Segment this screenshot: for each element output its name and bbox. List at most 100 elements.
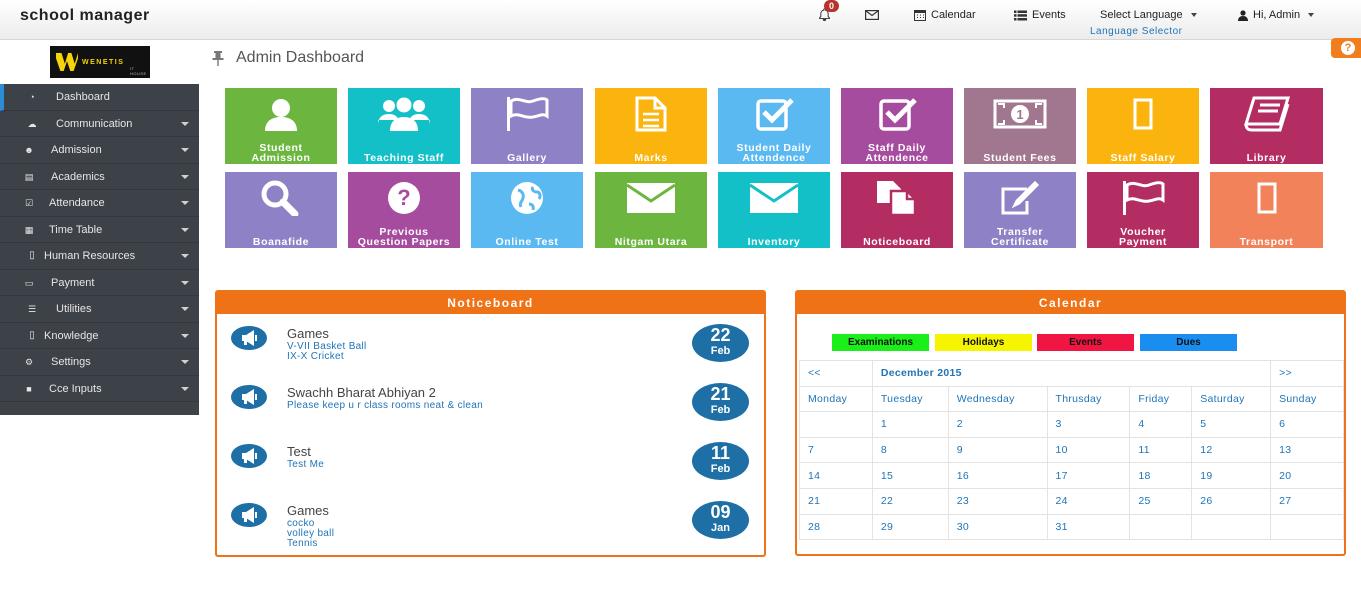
notice-title[interactable]: Test [287,444,311,459]
events-link[interactable]: Events [1014,9,1066,21]
calendar-day-cell[interactable]: 22 [871,487,949,515]
notice-item[interactable]: Games cocko volley ball Tennis 09 Jan [231,501,761,549]
calendar-day-cell[interactable]: 24 [1046,487,1131,515]
sidebar-item-utilities[interactable]: ☰ Utilities [0,296,199,323]
calendar-day-cell[interactable]: 27 [1270,487,1344,515]
notice-item[interactable]: Swachh Bharat Abhiyan 2 Please keep u r c… [231,383,761,431]
logo-mark-icon [56,53,78,71]
calendar-day-cell[interactable]: 10 [1046,436,1131,464]
sidebar-item-settings[interactable]: ⚙ Settings [0,349,199,376]
notice-item[interactable]: Test Test Me 11 Feb [231,442,761,490]
sidebar-item-payment[interactable]: ▭ Payment [0,270,199,296]
calendar-day-cell[interactable]: 8 [871,436,949,464]
calendar-day-cell[interactable]: 28 [799,513,873,541]
calendar-day-cell[interactable]: 2 [947,411,1048,438]
calendar-day-cell[interactable]: 30 [947,513,1048,541]
calendar-day-cell[interactable]: 3 [1046,411,1131,438]
search-icon [225,180,337,216]
tile-nitgam-utara[interactable]: Nitgam Utara [595,172,707,248]
calendar-day-cell[interactable]: 21 [799,487,873,515]
tile-student-fees[interactable]: 1 Student Fees [964,88,1076,164]
calendar-weekday-row: Monday Tuesday Wednesday Thrusday Friday Satu… [799,385,1344,413]
user-menu[interactable]: Hi, Admin [1238,9,1315,21]
calendar-day-cell[interactable]: 17 [1046,462,1131,489]
tile-label: Library [1246,152,1287,164]
tile-staff-daily-attendence[interactable]: Staff Daily Attendence [841,88,953,164]
sidebar-item-human-resources[interactable]: ▯ Human Resources [0,243,199,270]
tile-online-test[interactable]: Online Test [471,172,583,248]
sidebar-item-time-table[interactable]: ▦ Time Table [0,217,199,243]
tile-label: Nitgam Utara [614,236,688,248]
weekday-wednesday: Wednesday [947,385,1048,413]
tile-transport[interactable]: Transport [1210,172,1323,248]
prev-month-button[interactable]: << [799,360,873,387]
envelope-icon [595,180,707,216]
tile-staff-salary[interactable]: Staff Salary [1087,88,1199,164]
sidebar-item-communication[interactable]: ☁ Communication [0,111,199,137]
tile-voucher-payment[interactable]: Voucher Payment [1087,172,1199,248]
notice-month: Feb [710,345,731,357]
sidebar-item-attendance[interactable]: ☑ Attendance [0,190,199,217]
tile-teaching-staff[interactable]: Teaching Staff [348,88,460,164]
sidebar-item-academics[interactable]: ▤ Academics [0,164,199,190]
calendar-link[interactable]: Calendar [914,9,976,21]
language-dropdown[interactable]: Select Language [1100,9,1197,21]
notice-month: Feb [710,404,731,416]
tile-gallery[interactable]: Gallery [471,88,583,164]
notice-date-badge: 11 Feb [692,442,749,480]
tile-marks[interactable]: Marks [595,88,707,164]
notice-day: 11 [710,443,731,463]
messages-button[interactable] [865,10,879,20]
calendar-day-cell[interactable]: 7 [799,436,873,464]
tile-library[interactable]: Library [1210,88,1323,164]
calendar-day-cell[interactable]: 13 [1270,436,1344,464]
logo-text: WENETIS [82,58,125,66]
calendar-day-cell[interactable]: 11 [1129,436,1193,464]
calendar-day-cell[interactable]: 6 [1270,411,1344,438]
calendar-day-cell[interactable]: 14 [799,462,873,489]
sidebar-item-knowledge[interactable]: ▯ Knowledge [0,323,199,349]
file-text-icon [595,96,707,132]
tile-previous-question-papers[interactable]: ? Previous Question Papers [348,172,460,248]
calendar-day-cell[interactable]: 26 [1191,487,1272,515]
calendar-day-cell[interactable]: 9 [947,436,1048,464]
calendar-day-cell[interactable]: 12 [1191,436,1272,464]
calendar-day-cell[interactable]: 4 [1129,411,1193,438]
legend-holidays: Holidays [935,334,1032,351]
app-title[interactable]: school manager [20,7,150,25]
calendar-day-cell[interactable]: 18 [1129,462,1193,489]
calendar-day-cell[interactable]: 16 [947,462,1048,489]
help-button[interactable]: ? [1331,38,1361,58]
table-icon: ▦ [24,224,34,235]
notice-item[interactable]: Games V-VII Basket Ball IX-X Cricket 22 Feb [231,324,761,372]
calendar-day-cell[interactable]: 31 [1046,513,1131,541]
tile-inventory[interactable]: Inventory [718,172,830,248]
language-selector-label[interactable]: Language Selector [1090,26,1182,37]
calendar-day-cell[interactable]: 29 [871,513,949,541]
notice-title[interactable]: Games [287,503,329,518]
tile-label: Inventory [747,236,801,248]
calendar-day-cell[interactable]: 1 [871,411,949,438]
notice-title[interactable]: Games [287,326,329,341]
calendar-day-cell[interactable]: 19 [1191,462,1272,489]
notice-date-badge: 21 Feb [692,383,749,421]
tile-boanafide[interactable]: Boanafide [225,172,337,248]
bullhorn-icon [231,503,267,527]
tile-label: Teaching Staff [364,152,444,164]
calendar-day-cell[interactable]: 15 [871,462,949,489]
sidebar-item-dashboard[interactable]: ◔ Dashboard [0,84,199,111]
tile-noticeboard[interactable]: Noticeboard [841,172,953,248]
tile-student-daily-attendence[interactable]: Student Daily Attendence [718,88,830,164]
next-month-button[interactable]: >> [1270,360,1344,387]
tile-student-admission[interactable]: Student Admission [225,88,337,164]
sidebar-item-label: Attendance [49,197,105,209]
tile-transfer-certificate[interactable]: Transfer Certificate [964,172,1076,248]
sidebar-item-admission[interactable]: ☻ Admission [0,137,199,164]
calendar-day-cell[interactable]: 20 [1270,462,1344,489]
top-navbar: school manager 0 Calendar Events Select … [0,0,1361,40]
notice-title[interactable]: Swachh Bharat Abhiyan 2 [287,385,436,400]
calendar-day-cell[interactable]: 25 [1129,487,1193,515]
calendar-day-cell[interactable]: 23 [947,487,1048,515]
calendar-day-cell[interactable]: 5 [1191,411,1272,438]
sidebar-item-cce-inputs[interactable]: ■ Cce Inputs [0,376,199,402]
